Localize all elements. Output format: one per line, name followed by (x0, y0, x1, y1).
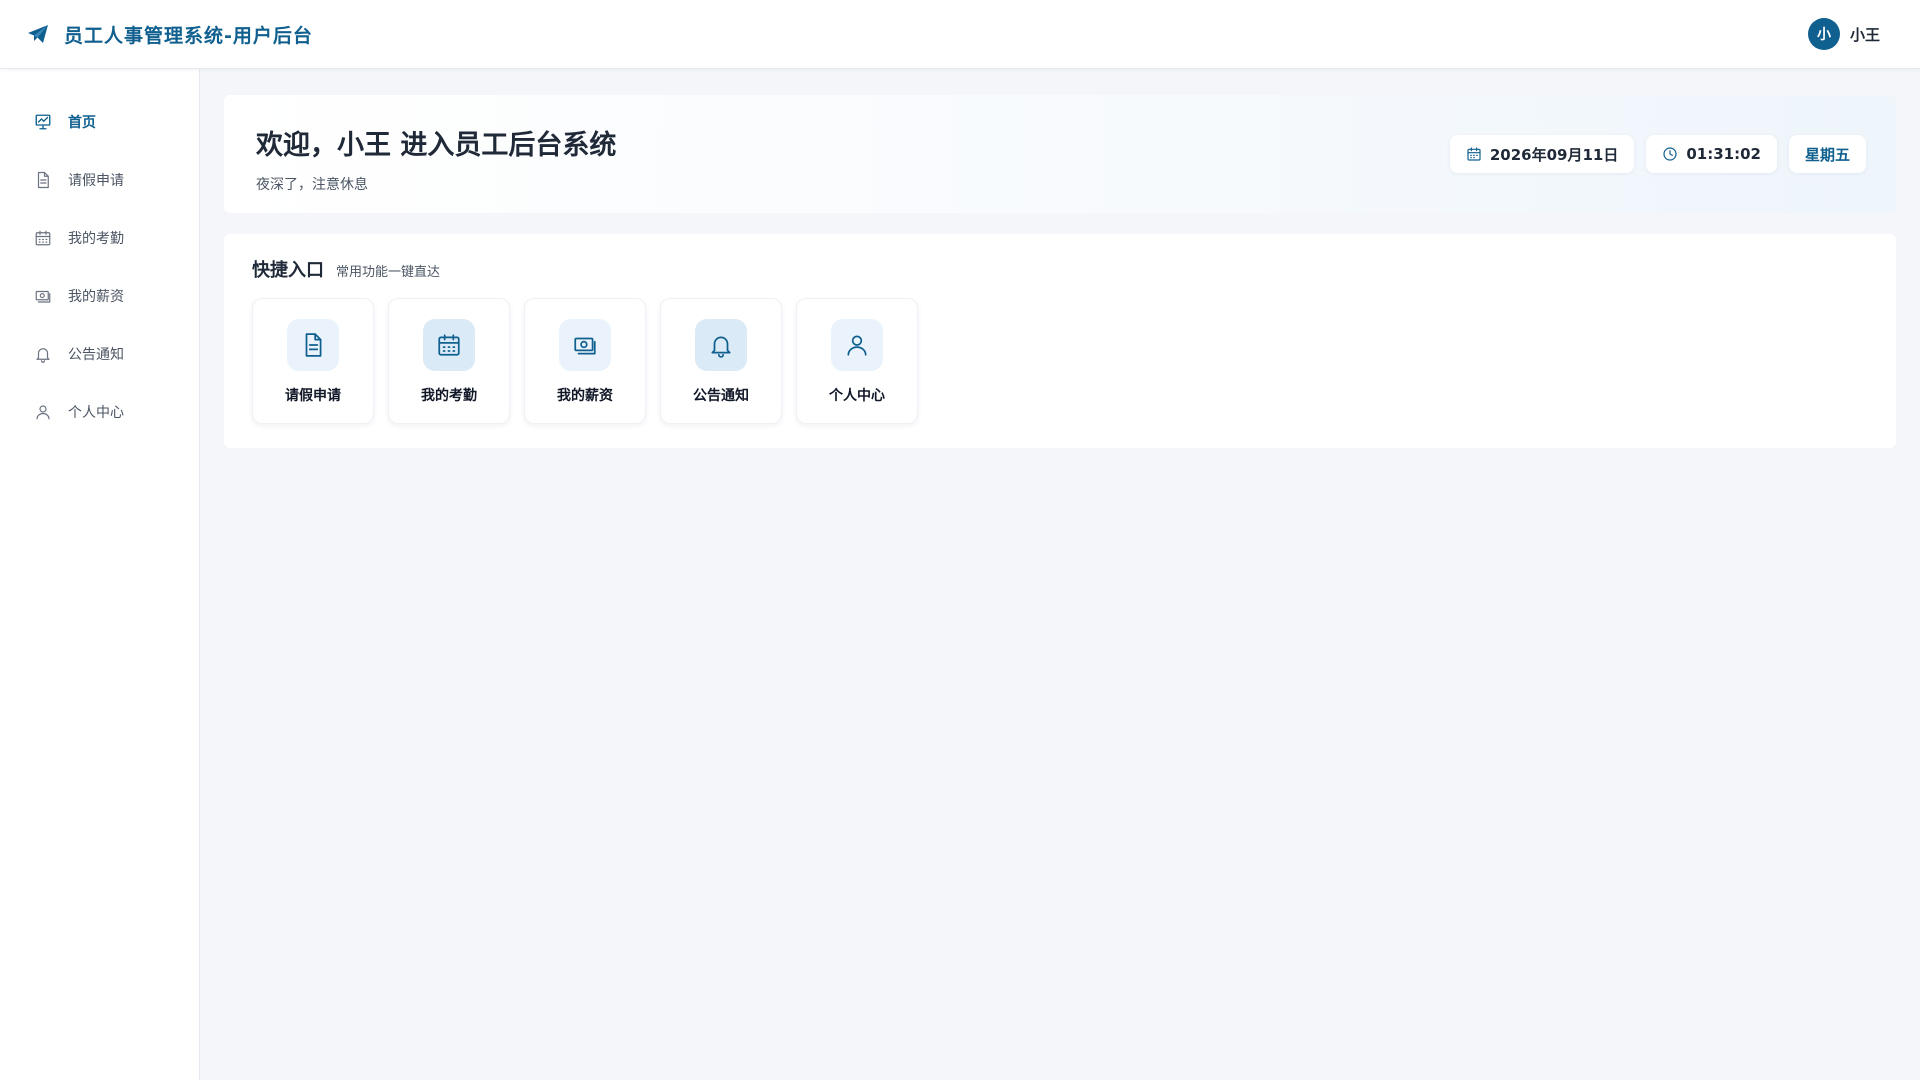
calendar-icon (438, 334, 460, 356)
quick-tile-salary[interactable]: 我的薪资 (524, 298, 646, 424)
sidebar-item-leave[interactable]: 请假申请 (0, 151, 199, 209)
tile-label: 个人中心 (829, 388, 885, 404)
avatar[interactable]: 小 (1807, 18, 1840, 50)
quick-entry-subtitle: 常用功能一键直达 (336, 265, 441, 280)
dashboard-chart-icon (35, 114, 51, 130)
sidebar-item-profile[interactable]: 个人中心 (0, 383, 199, 441)
tile-icon-box (695, 319, 747, 371)
sidebar-item-attendance[interactable]: 我的考勤 (0, 209, 199, 267)
quick-entry-title: 快捷入口 (252, 260, 324, 281)
tile-icon-box (287, 319, 339, 371)
tile-label: 公告通知 (693, 388, 749, 404)
sidebar-item-notice[interactable]: 公告通知 (0, 325, 199, 383)
quick-tile-attendance[interactable]: 我的考勤 (388, 298, 510, 424)
tile-icon-box (423, 319, 475, 371)
weekday-text: 星期五 (1804, 145, 1850, 164)
bell-icon (36, 348, 50, 363)
quick-entry-header: 快捷入口 常用功能一键直达 (252, 256, 1868, 282)
calendar-icon (1467, 147, 1481, 161)
sidebar-item-label: 我的考勤 (68, 231, 124, 247)
document-icon (305, 333, 322, 357)
date-chip: 2026年09月11日 (1449, 135, 1635, 173)
sidebar-item-label: 请假申请 (68, 173, 124, 189)
user-menu[interactable]: 小 小王 (1807, 18, 1894, 50)
user-name[interactable]: 小王 (1850, 24, 1880, 45)
quick-tile-profile[interactable]: 个人中心 (796, 298, 918, 424)
clock-icon (1663, 147, 1677, 161)
tile-label: 请假申请 (285, 388, 341, 404)
sidebar: 首页 请假申请 我的考勤 我的薪资 公告通知 个人中心 (0, 69, 200, 1080)
money-icon (574, 337, 596, 355)
app-title: 员工人事管理系统-用户后台 (64, 24, 313, 47)
sidebar-item-salary[interactable]: 我的薪资 (0, 267, 199, 325)
quick-entry-panel: 快捷入口 常用功能一键直达 请假申请 我的考勤 我的薪资 公告通知 个人中心 (224, 234, 1896, 448)
tile-icon-box (559, 319, 611, 371)
document-icon (37, 171, 49, 189)
tile-icon-box (831, 319, 883, 371)
sidebar-item-home[interactable]: 首页 (0, 93, 199, 151)
tile-label: 我的考勤 (421, 388, 477, 404)
time-chip: 01:31:02 (1646, 135, 1777, 173)
bell-icon (711, 336, 731, 358)
paper-plane-icon (28, 25, 48, 43)
sidebar-item-label: 公告通知 (68, 347, 124, 363)
sidebar-item-label: 个人中心 (68, 405, 124, 421)
tile-label: 我的薪资 (557, 388, 613, 404)
date-text: 2026年09月11日 (1489, 145, 1619, 164)
calendar-icon (35, 230, 51, 246)
welcome-card: 欢迎，小王 进入员工后台系统 夜深了，注意休息 2026年09月11日 01:3… (224, 95, 1896, 213)
time-text: 01:31:02 (1686, 145, 1761, 163)
date-time-group: 2026年09月11日 01:31:02 星期五 (1449, 135, 1866, 173)
money-icon (35, 290, 51, 303)
quick-tile-leave[interactable]: 请假申请 (252, 298, 374, 424)
top-bar: 员工人事管理系统-用户后台 小 小王 (0, 0, 1920, 69)
sidebar-item-label: 我的薪资 (68, 289, 124, 305)
brand[interactable]: 员工人事管理系统-用户后台 (26, 21, 313, 48)
user-icon (36, 405, 50, 420)
weekday-chip: 星期五 (1788, 135, 1866, 173)
quick-entry-tiles: 请假申请 我的考勤 我的薪资 公告通知 个人中心 (252, 298, 1868, 424)
welcome-subtitle: 夜深了，注意休息 (256, 177, 368, 193)
quick-tile-notice[interactable]: 公告通知 (660, 298, 782, 424)
sidebar-item-label: 首页 (68, 115, 96, 131)
user-icon (847, 335, 867, 356)
